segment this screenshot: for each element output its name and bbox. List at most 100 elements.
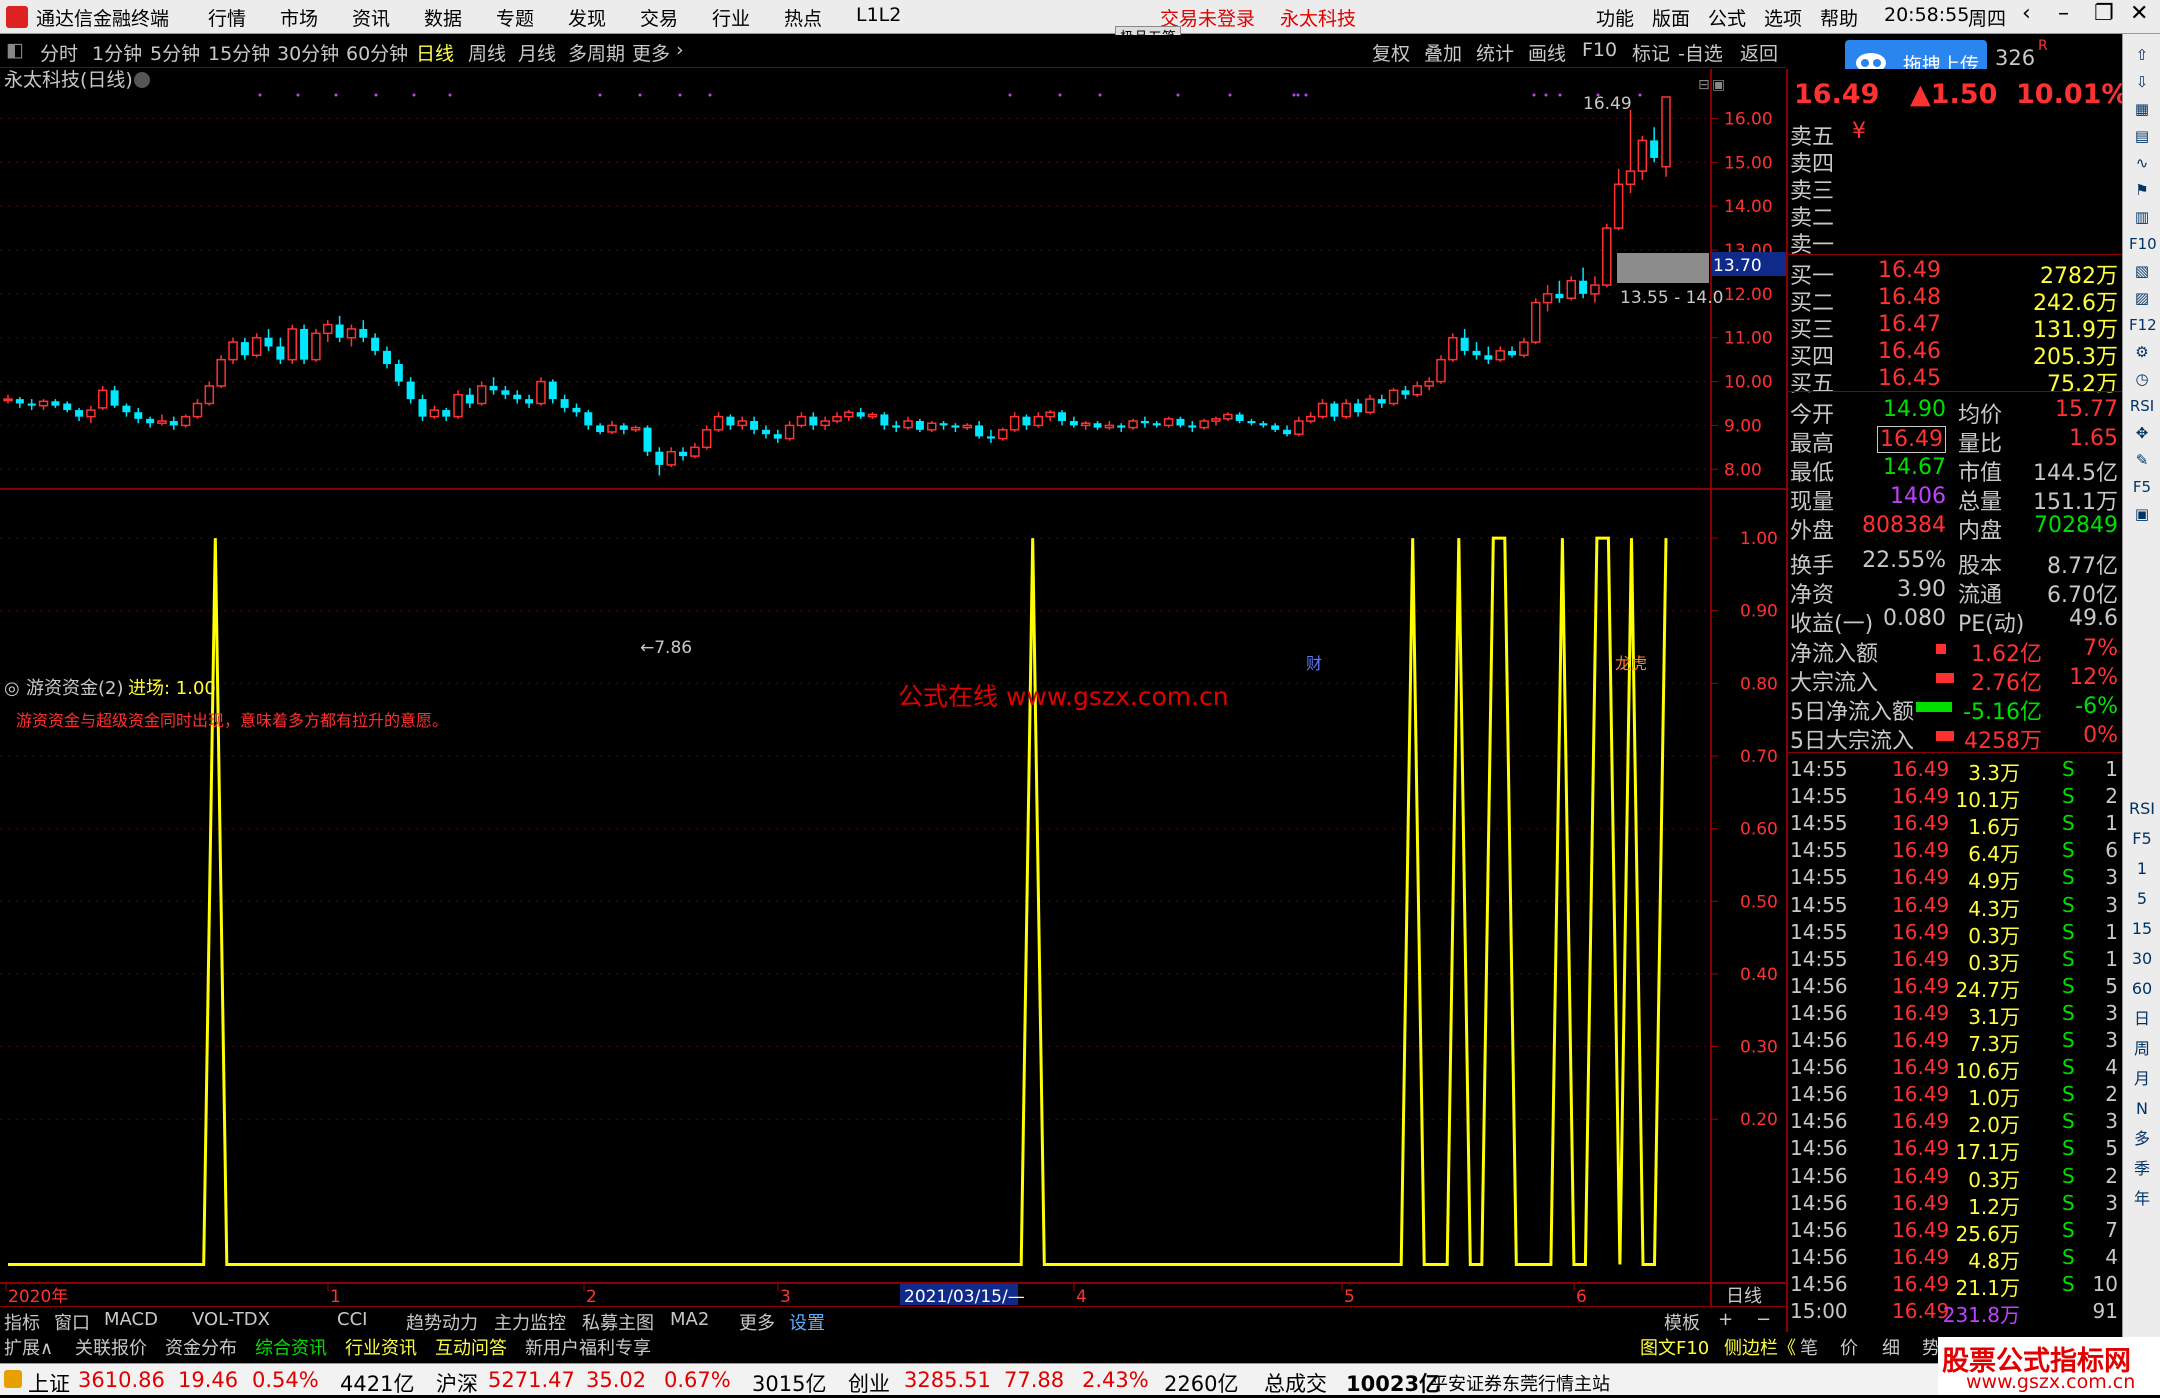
f10-icon[interactable]: F10 — [2129, 231, 2157, 257]
sidebar-shortcut[interactable]: 5 — [2129, 886, 2155, 912]
menu-item-layout[interactable]: 版面 — [1652, 4, 1690, 31]
sidebar-shortcut[interactable]: F5 — [2129, 826, 2155, 852]
chevron-right-icon[interactable]: › — [676, 39, 684, 61]
clock-icon[interactable]: ◷ — [2129, 366, 2155, 392]
menu-item-function[interactable]: 功能 — [1596, 4, 1634, 31]
template-control[interactable]: − — [1756, 1309, 1771, 1330]
period-more[interactable]: 更多 — [632, 39, 670, 66]
chevron-down-icon[interactable] — [134, 72, 150, 88]
period-daily[interactable]: 日线 — [416, 39, 454, 66]
chart-area[interactable]: 16.0015.0014.0013.0012.0011.0010.009.008… — [0, 69, 1786, 1306]
f12-icon[interactable]: F12 — [2129, 312, 2157, 338]
info-tab[interactable]: 关联报价 — [75, 1334, 147, 1360]
side-tab[interactable]: 图文F10 — [1640, 1334, 1709, 1360]
event-tag-finance[interactable]: 财 — [1306, 654, 1322, 673]
period-5min[interactable]: 5分钟 — [150, 39, 200, 66]
menu-item-market[interactable]: 市场 — [280, 4, 318, 31]
pen-icon[interactable]: ✎ — [2129, 447, 2155, 473]
sidebar-shortcut[interactable]: 15 — [2129, 916, 2155, 942]
period-30min[interactable]: 30分钟 — [277, 39, 339, 66]
expand-icon[interactable]: ▣ — [1712, 77, 1725, 93]
tool-restore-rights[interactable]: 复权 — [1372, 39, 1410, 66]
sidebar-shortcut[interactable]: 周 — [2129, 1036, 2155, 1062]
line-chart-icon[interactable]: ∿ — [2129, 150, 2155, 176]
index-name[interactable]: 沪深 — [436, 1368, 478, 1398]
menu-item-data[interactable]: 数据 — [424, 4, 462, 31]
rsi-icon[interactable]: RSI — [2129, 393, 2155, 419]
menu-item-discover[interactable]: 发现 — [568, 4, 606, 31]
menu-item-help[interactable]: 帮助 — [1820, 4, 1858, 31]
sidebar-shortcut[interactable]: RSI — [2129, 796, 2155, 822]
period-15min[interactable]: 15分钟 — [208, 39, 270, 66]
tool-f10[interactable]: F10 — [1582, 39, 1617, 61]
template-control[interactable]: + — [1718, 1309, 1733, 1330]
index-name[interactable]: 上证 — [28, 1368, 70, 1398]
broker-server[interactable]: 平安证券东莞行情主站 — [1430, 1370, 1610, 1396]
info-tab[interactable]: 行业资讯 — [345, 1334, 417, 1360]
sidebar-shortcut[interactable]: N — [2129, 1096, 2155, 1122]
period-monthly[interactable]: 月线 — [518, 39, 556, 66]
indicator-tab[interactable]: MACD — [104, 1309, 158, 1330]
period-60min[interactable]: 60分钟 — [346, 39, 408, 66]
menu-item-formula[interactable]: 公式 — [1708, 4, 1746, 31]
period-weekly[interactable]: 周线 — [468, 39, 506, 66]
sidebar-shortcut[interactable]: 1 — [2129, 856, 2155, 882]
tool-back[interactable]: 返回 — [1740, 39, 1778, 66]
status-icon[interactable] — [4, 1370, 22, 1388]
sidebar-shortcut[interactable]: 日 — [2129, 1006, 2155, 1032]
menu-item-industry[interactable]: 行业 — [712, 4, 750, 31]
side-tab[interactable]: 细 — [1882, 1334, 1900, 1360]
menu-item-hot[interactable]: 热点 — [784, 4, 822, 31]
indicator-title[interactable]: 游资资金(2) — [26, 678, 124, 699]
sidebar-shortcut[interactable]: 年 — [2129, 1186, 2155, 1212]
indicator-collapse-icon[interactable]: ◎ — [4, 678, 20, 699]
indicator-tab[interactable]: CCI — [337, 1309, 367, 1330]
move-icon[interactable]: ✥ — [2129, 420, 2155, 446]
menu-item-news[interactable]: 资讯 — [352, 4, 390, 31]
period-1min[interactable]: 1分钟 — [92, 39, 142, 66]
back-nav-icon[interactable]: ‹ — [2022, 1, 2031, 26]
menu-item-l1l2[interactable]: L1L2 — [856, 4, 901, 26]
table-icon[interactable]: ▥ — [2129, 204, 2155, 230]
side-tab[interactable]: 笔 — [1800, 1334, 1818, 1360]
picture-icon[interactable]: ▣ — [2129, 501, 2155, 527]
news-icon[interactable]: ▧ — [2129, 258, 2155, 284]
sidebar-shortcut[interactable]: 30 — [2129, 946, 2155, 972]
side-tab[interactable]: 价 — [1840, 1334, 1858, 1360]
menu-item-options[interactable]: 选项 — [1764, 4, 1802, 31]
info-tab[interactable]: 综合资讯 — [255, 1334, 327, 1360]
event-tag-dragon-tiger[interactable]: 龙虎 — [1615, 654, 1647, 673]
panel-toggle-icon[interactable]: ◧ — [6, 39, 24, 61]
period-tick[interactable]: 分时 — [40, 39, 78, 66]
minimize-icon[interactable]: – — [2058, 1, 2069, 26]
info-tab[interactable]: 互动问答 — [435, 1334, 507, 1360]
candle-icon[interactable]: ⚑ — [2129, 177, 2155, 203]
index-name[interactable]: 创业 — [848, 1368, 890, 1398]
indicator-tab[interactable]: VOL-TDX — [192, 1309, 270, 1330]
menu-item-quotes[interactable]: 行情 — [208, 4, 246, 31]
tool-remove-watchlist[interactable]: -自选 — [1678, 39, 1723, 66]
arrow-down-icon[interactable]: ⇩ — [2129, 69, 2155, 95]
indicator-tab[interactable]: MA2 — [670, 1309, 709, 1330]
menu-item-trade[interactable]: 交易 — [640, 4, 678, 31]
sidebar-shortcut[interactable]: 月 — [2129, 1066, 2155, 1092]
list-icon[interactable]: ▤ — [2129, 123, 2155, 149]
tool-statistics[interactable]: 统计 — [1476, 39, 1514, 66]
tool-overlay[interactable]: 叠加 — [1424, 39, 1462, 66]
settings-icon[interactable]: ⚙ — [2129, 339, 2155, 365]
side-tab[interactable]: 侧边栏《 — [1724, 1334, 1796, 1360]
sidebar-shortcut[interactable]: 多 — [2129, 1126, 2155, 1152]
chart-icon[interactable]: ▦ — [2129, 96, 2155, 122]
menu-item-topics[interactable]: 专题 — [496, 4, 534, 31]
document-icon[interactable]: ▨ — [2129, 285, 2155, 311]
f5-icon[interactable]: F5 — [2129, 474, 2155, 500]
tool-draw[interactable]: 画线 — [1528, 39, 1566, 66]
sidebar-shortcut[interactable]: 60 — [2129, 976, 2155, 1002]
restore-icon[interactable]: ❐ — [2094, 1, 2114, 26]
sidebar-shortcut[interactable]: 季 — [2129, 1156, 2155, 1182]
close-icon[interactable]: ✕ — [2130, 1, 2148, 26]
arrow-up-icon[interactable]: ⇧ — [2129, 42, 2155, 68]
tool-mark[interactable]: 标记 — [1632, 39, 1670, 66]
info-tab[interactable]: 扩展∧ — [4, 1334, 53, 1360]
period-multi[interactable]: 多周期 — [568, 39, 625, 66]
